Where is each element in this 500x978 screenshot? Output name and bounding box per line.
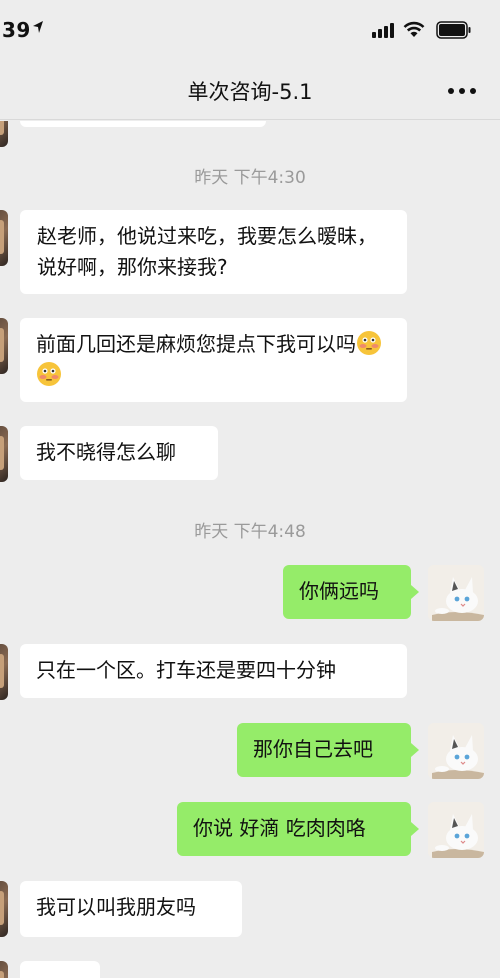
signal-icon [372, 23, 394, 38]
message-bubble-partial[interactable] [20, 121, 266, 127]
battery-icon [436, 21, 471, 39]
status-time: 39 [2, 18, 31, 42]
avatar-self-cat[interactable] [428, 565, 484, 621]
message-text: 前面几回还是麻烦您提点下我可以吗 [36, 332, 356, 356]
flushed-emoji-icon [357, 331, 381, 355]
avatar-contact[interactable] [0, 881, 8, 937]
bubble-tail [411, 822, 419, 836]
message-bubble-incoming[interactable]: 我可以叫我朋友吗 [20, 881, 242, 937]
avatar-contact[interactable] [0, 210, 8, 266]
status-bar: 39 [0, 0, 500, 62]
avatar-contact[interactable] [0, 318, 8, 374]
avatar-self-cat[interactable] [428, 723, 484, 779]
avatar-self-cat[interactable] [428, 802, 484, 858]
chat-header: 单次咨询-5.1 [0, 62, 500, 120]
more-icon[interactable] [446, 84, 478, 98]
flushed-emoji-icon [37, 362, 61, 386]
timestamp: 昨天 下午4:30 [194, 168, 306, 188]
message-bubble-incoming[interactable]: 我不晓得怎么聊 [20, 426, 218, 480]
message-bubble-incoming[interactable]: 赵老师，他说过来吃，我要怎么暧昧，说好啊，那你来接我? [20, 210, 407, 294]
chat-title: 单次咨询-5.1 [187, 80, 313, 104]
bubble-tail [411, 743, 419, 757]
location-arrow-icon [33, 21, 43, 33]
avatar-contact[interactable] [0, 121, 8, 147]
message-bubble-outgoing[interactable]: 你说 好滴 吃肉肉咯 [177, 802, 411, 856]
avatar-contact[interactable] [0, 961, 8, 978]
bubble-tail [411, 585, 419, 599]
message-bubble-outgoing[interactable]: 你俩远吗 [283, 565, 411, 619]
avatar-contact[interactable] [0, 426, 8, 482]
message-bubble-outgoing[interactable]: 那你自己去吧 [237, 723, 411, 777]
wifi-icon [403, 21, 425, 37]
timestamp: 昨天 下午4:48 [194, 522, 306, 542]
message-bubble-incoming[interactable]: 前面几回还是麻烦您提点下我可以吗 [20, 318, 407, 402]
message-bubble-partial[interactable] [20, 961, 100, 978]
avatar-contact[interactable] [0, 644, 8, 700]
message-bubble-incoming[interactable]: 只在一个区。打车还是要四十分钟 [20, 644, 407, 698]
message-list[interactable]: 昨天 下午4:30 赵老师，他说过来吃，我要怎么暧昧，说好啊，那你来接我? 前面… [0, 121, 500, 978]
